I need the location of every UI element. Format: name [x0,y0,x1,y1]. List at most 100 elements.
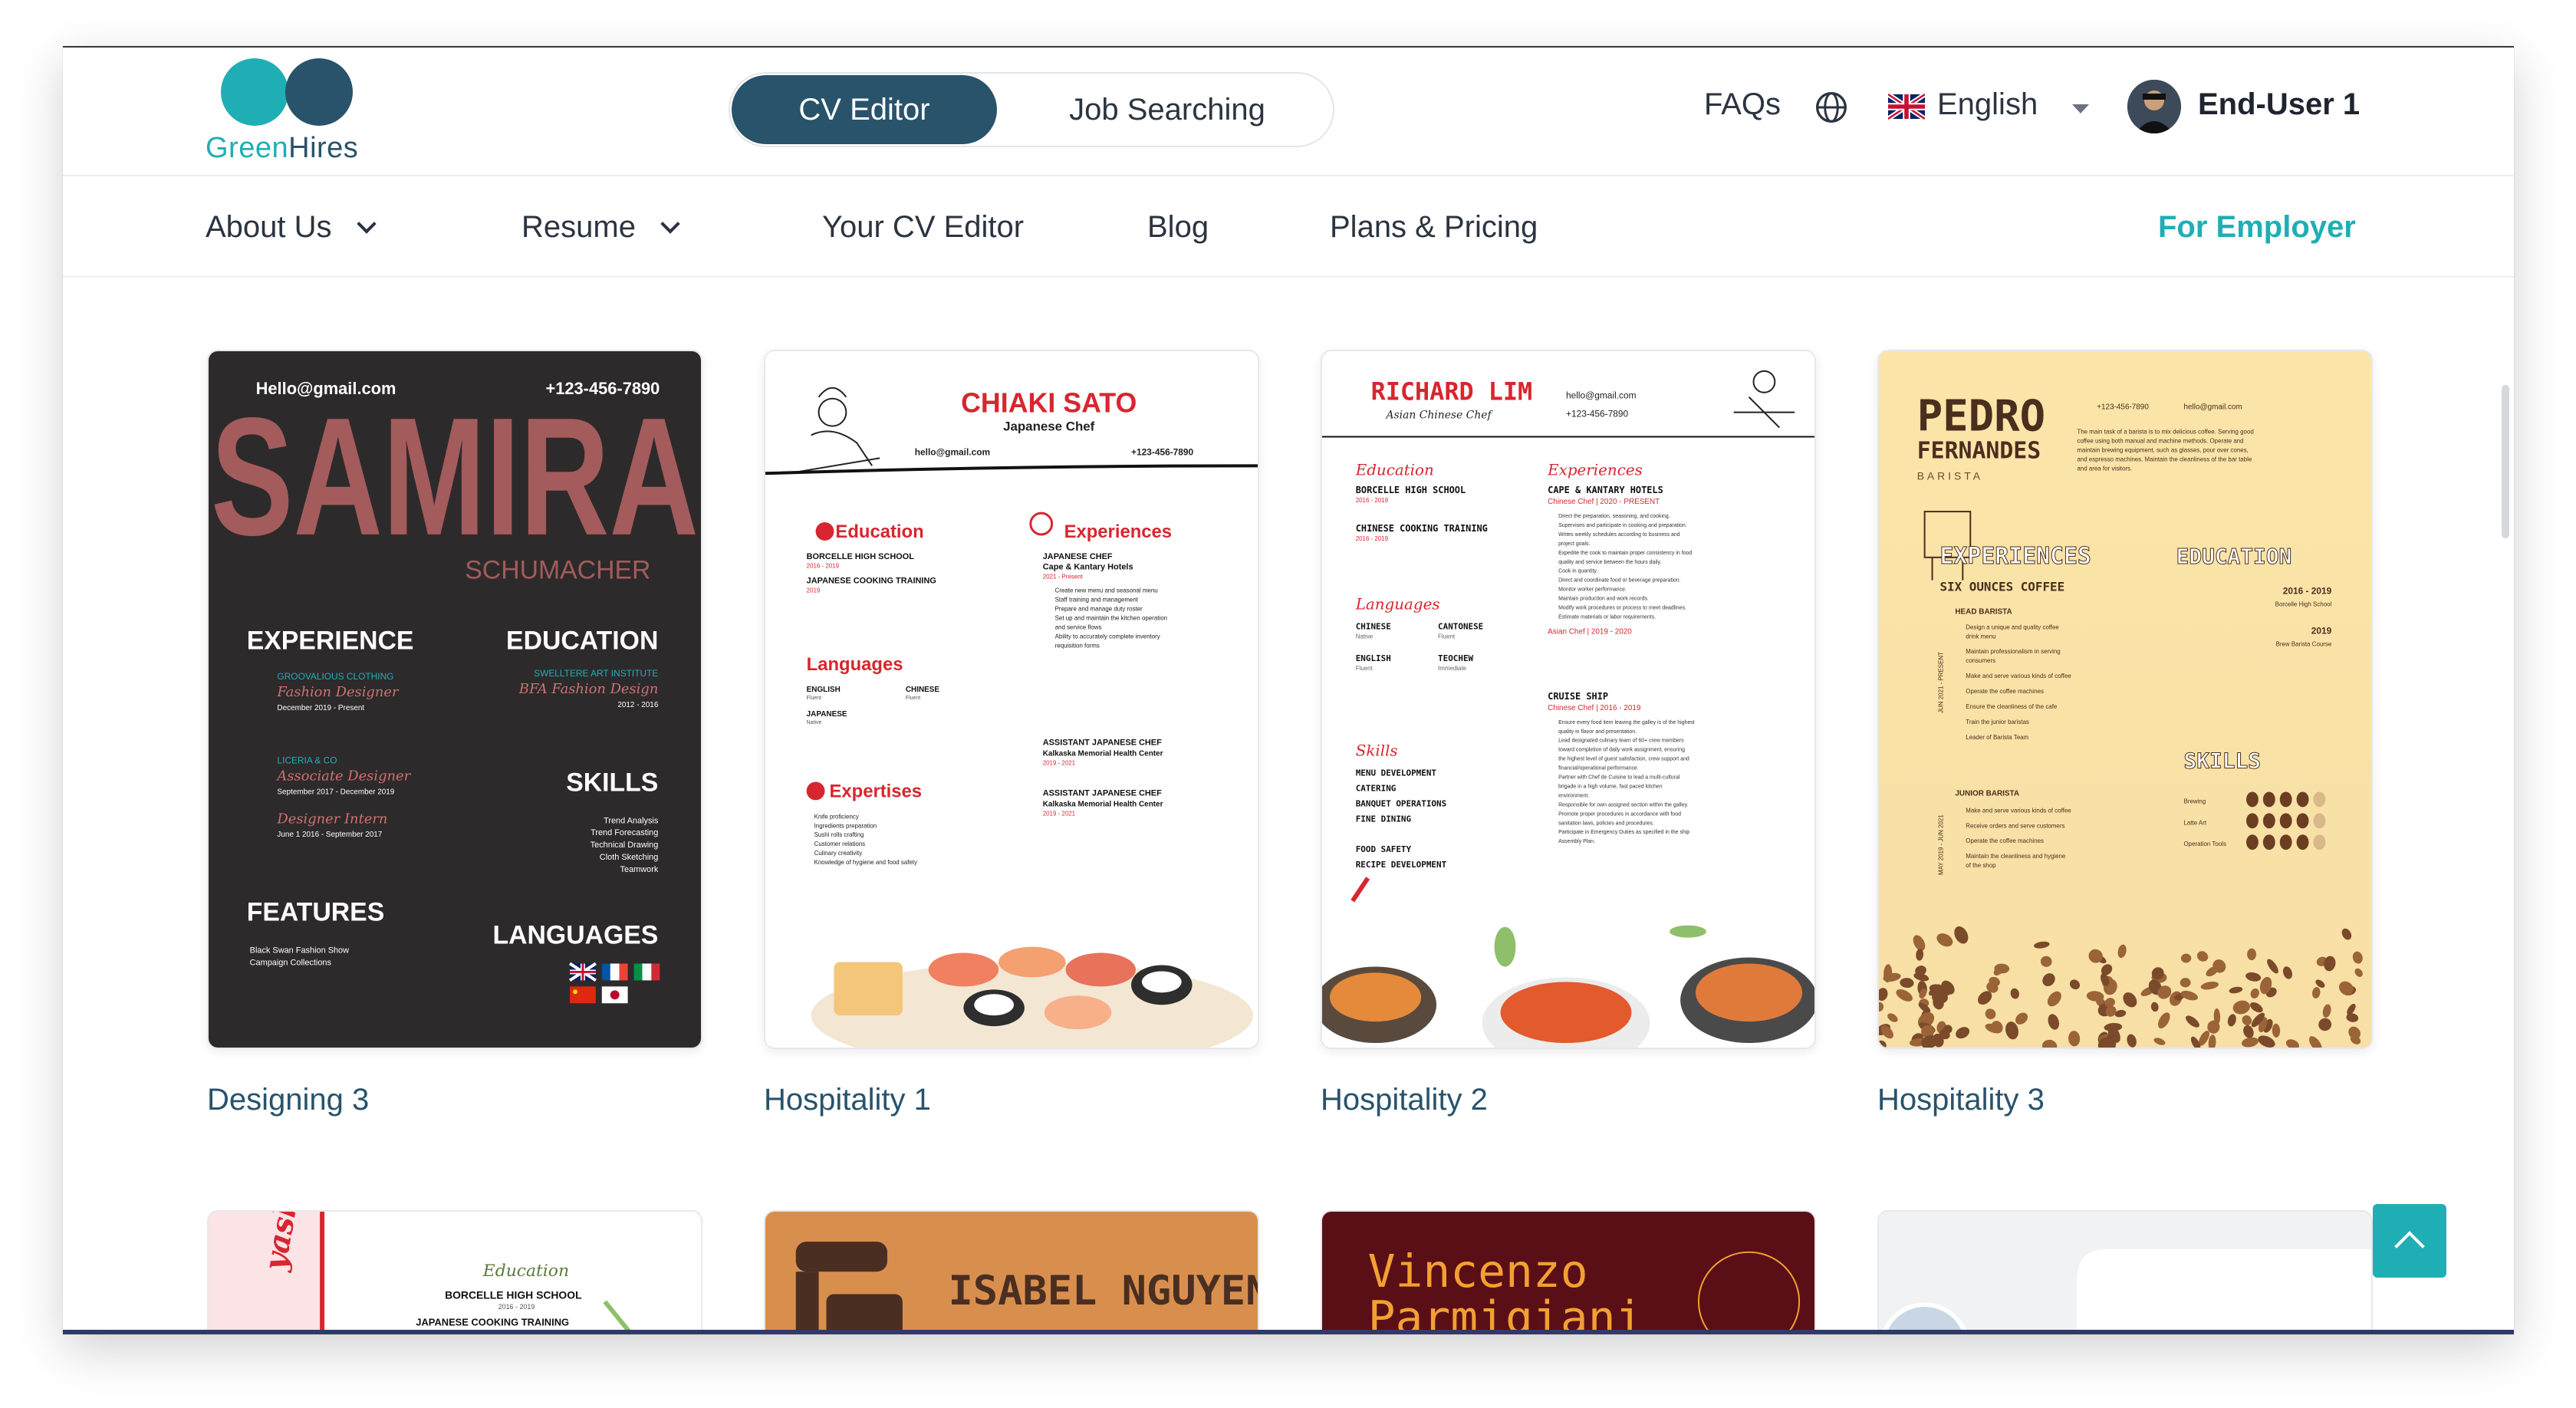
nav-for-employer[interactable]: For Employer [2158,210,2356,245]
svg-text:SWELLTERE ART INSTITUTE: SWELLTERE ART INSTITUTE [534,668,658,679]
svg-text:EXPERIENCE: EXPERIENCE [247,626,414,655]
svg-text:MAY 2019 - JUN 2021: MAY 2019 - JUN 2021 [1937,814,1944,875]
language-selector[interactable]: English [1937,87,2038,122]
skill-bean [2296,813,2309,829]
top-header: GreenHires CV Editor Job Searching FAQs … [63,48,2514,176]
chevron-up-icon [2394,1231,2425,1262]
brand-logo[interactable]: GreenHires [206,58,359,166]
svg-text:FOOD SAFETY: FOOD SAFETY [1356,844,1412,854]
window-bottom-bar [63,1330,2514,1334]
svg-text:Make and serve various kinds o: Make and serve various kinds of coffee [1966,673,2071,679]
scroll-to-top-button[interactable] [2373,1204,2446,1278]
svg-text:Create new menu and seasonal m: Create new menu and seasonal menu [1055,587,1158,594]
avatar[interactable] [2127,80,2181,133]
svg-text:SCHUMACHER: SCHUMACHER [465,556,650,585]
svg-text:Chinese Chef | 2020 - PRESEN: Chinese Chef | 2020 - PRESENT [1548,498,1660,506]
svg-text:Skills: Skills [1356,742,1398,760]
tab-cv-editor[interactable]: CV Editor [732,75,997,144]
svg-text:Sushi rolls crafting: Sushi rolls crafting [814,831,864,838]
svg-text:Ensure the cleanliness of the: Ensure the cleanliness of the cafe [1966,703,2058,710]
svg-text:Monitor worker performance.: Monitor worker performance. [1558,587,1627,593]
svg-text:Make and serve various kinds o: Make and serve various kinds of coffee [1966,807,2071,814]
skill-bean [2279,791,2292,808]
svg-text:CATERING: CATERING [1356,783,1397,793]
svg-text:Cloth Sketching: Cloth Sketching [600,853,659,862]
svg-text:BARISTA: BARISTA [1917,469,1983,482]
svg-text:2019: 2019 [807,587,821,594]
svg-text:Expedite the cook to maintain: Expedite the cook to maintain proper con… [1558,551,1692,556]
svg-text:ENGLISH: ENGLISH [807,686,841,694]
skill-bean [2262,813,2275,829]
template-caption[interactable]: Hospitality 1 [764,1083,931,1117]
svg-text:June 1 2016 - September 2017: June 1 2016 - September 2017 [277,831,382,839]
svg-text:drink menu: drink menu [1966,633,1995,640]
svg-text:ASSISTANT JAPANESE CHEF: ASSISTANT JAPANESE CHEF [1043,739,1162,748]
uk-flag-icon[interactable] [1888,94,1925,120]
template-preview: Vincenzo Parmigiani [1322,1212,1814,1334]
svg-text:JUNIOR BARISTA: JUNIOR BARISTA [1955,789,2019,798]
svg-text:quality and service between th: quality and service between the hours da… [1558,560,1661,565]
tab-job-searching[interactable]: Job Searching [1006,75,1328,144]
logo-dot-navy [285,58,353,126]
svg-text:Technical Drawing: Technical Drawing [591,841,659,850]
svg-text:Staff training and management: Staff training and management [1055,597,1139,604]
nav-cv-editor[interactable]: Your CV Editor [822,210,1024,245]
template-card-hospitality-3[interactable]: PEDRO FERNANDES BARISTA +123-456-7890 he… [1877,350,2373,1049]
svg-text:SAMIRA: SAMIRA [211,383,699,571]
template-card-row2-3[interactable]: Vincenzo Parmigiani [1321,1210,1816,1334]
nav-blog[interactable]: Blog [1147,210,1209,245]
template-preview: ISABEL NGUYEN [765,1212,1258,1334]
template-caption[interactable]: Hospitality 2 [1321,1083,1488,1117]
svg-text:EDUCATION: EDUCATION [2176,544,2292,569]
svg-text:2019 - 2021: 2019 - 2021 [1043,760,1076,767]
nav-about-us[interactable]: About Us [206,210,377,245]
svg-text:Set up and maintain the kitche: Set up and maintain the kitchen operatio… [1055,614,1167,621]
template-preview: PEDRO FERNANDES BARISTA +123-456-7890 he… [1879,351,2371,1048]
user-name[interactable]: End-User 1 [2198,87,2360,122]
scrollbar-thumb[interactable] [2502,385,2509,538]
template-caption[interactable]: Designing 3 [207,1083,369,1117]
svg-text:Trend Analysis: Trend Analysis [604,816,659,825]
svg-text:Customer relations: Customer relations [814,841,866,847]
svg-text:Native: Native [1356,633,1374,640]
template-caption[interactable]: Hospitality 3 [1877,1083,2045,1117]
nav-resume[interactable]: Resume [521,210,680,245]
faq-link[interactable]: FAQs [1704,87,1781,122]
svg-text:ASSISTANT JAPANESE CHEF: ASSISTANT JAPANESE CHEF [1043,788,1162,798]
svg-text:EDUCATION: EDUCATION [506,626,658,655]
svg-text:EXPERIENCES: EXPERIENCES [1940,543,2091,570]
svg-text:CAPE & KANTARY HOTELS: CAPE & KANTARY HOTELS [1548,485,1663,495]
template-card-row2-4[interactable] [1877,1210,2373,1334]
svg-text:Borcelle High School: Borcelle High School [2275,601,2332,608]
svg-text:Asian Chinese Chef: Asian Chinese Chef [1384,410,1493,422]
svg-text:Kalkaska Memorial Health Cente: Kalkaska Memorial Health Center [1043,800,1163,808]
nav-plans-pricing[interactable]: Plans & Pricing [1330,210,1538,245]
template-card-designing-3[interactable]: Hello@gmail.com +123-456-7890 SAMIRA SCH… [207,350,702,1049]
svg-text:Participate in Emergency Dutie: Participate in Emergency Duties as speci… [1558,830,1689,835]
svg-text:Fluent: Fluent [1356,665,1374,672]
template-card-row2-2[interactable]: ISABEL NGUYEN [764,1210,1259,1334]
svg-text:Operation Tools: Operation Tools [2184,841,2226,847]
svg-text:quality in flavor and presenta: quality in flavor and presentation. [1558,729,1637,735]
svg-text:JAPANESE CHEF: JAPANESE CHEF [1043,552,1113,561]
svg-text:ISABEL NGUYEN: ISABEL NGUYEN [949,1268,1258,1314]
svg-text:CHIAKI SATO: CHIAKI SATO [961,388,1137,419]
chevron-down-icon[interactable] [2072,104,2089,113]
skill-bean [2313,813,2326,829]
template-card-hospitality-1[interactable]: CHIAKI SATO Japanese Chef hello@gmail.co… [764,350,1259,1049]
svg-text:Promote proper procedures in a: Promote proper procedures in accordance … [1558,811,1681,817]
mode-switch: CV Editor Job Searching [729,72,1334,147]
svg-text:LICERIA & CO: LICERIA & CO [277,755,337,766]
svg-text:project goals.: project goals. [1558,541,1590,547]
globe-icon[interactable] [1814,90,1848,124]
svg-text:the highest level of guest sat: the highest level of guest satisfaction,… [1558,757,1689,762]
svg-text:Train the junior baristas: Train the junior baristas [1966,719,2029,725]
svg-text:and area for visitors.: and area for visitors. [2077,465,2132,472]
svg-text:Responsible for own assigned s: Responsible for own assigned section wit… [1558,802,1688,808]
template-card-hospitality-2[interactable]: RICHARD LIM Asian Chinese Chef hello@gma… [1321,350,1816,1049]
svg-text:Black Swan Fashion Show: Black Swan Fashion Show [250,946,349,956]
svg-text:Designer Intern: Designer Intern [276,811,387,827]
svg-text:2016 - 2019: 2016 - 2019 [498,1303,535,1311]
template-card-row2-1[interactable]: yashi Education BORCELLE HIGH SCHOOL 201… [207,1210,702,1334]
svg-text:consumers: consumers [1966,657,1995,664]
